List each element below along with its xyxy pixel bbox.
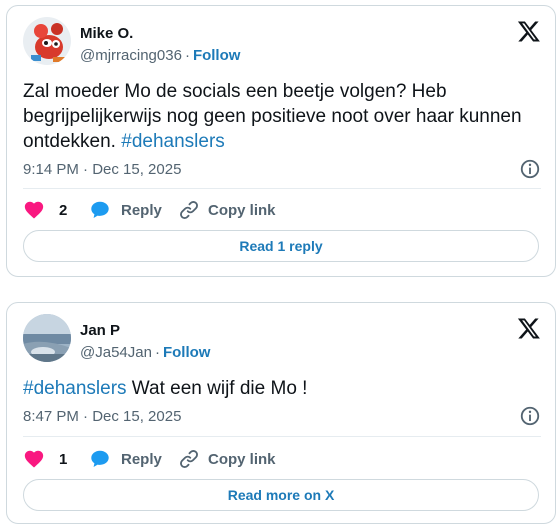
separator: · [184, 47, 190, 64]
tweet-meta: 9:14 PM · Dec 15, 2025 [23, 158, 541, 180]
tweet-meta: 8:47 PM · Dec 15, 2025 [23, 405, 541, 427]
speech-bubble-icon [91, 450, 109, 467]
avatar[interactable] [23, 314, 71, 362]
like-count: 2 [59, 201, 68, 219]
copy-link-button[interactable]: Copy link [178, 199, 276, 221]
follow-button[interactable]: Follow [193, 47, 241, 64]
read-replies-button[interactable]: Read 1 reply [23, 230, 539, 262]
heart-icon [24, 450, 44, 468]
copy-link-button[interactable]: Copy link [178, 448, 276, 470]
seaside-landscape-avatar-icon [23, 314, 71, 362]
avatar[interactable] [23, 17, 71, 65]
action-bar: 2 Reply Copy link [23, 199, 543, 223]
reply-button[interactable]: Reply [89, 448, 162, 470]
like-button[interactable]: 1 [23, 448, 67, 470]
like-count: 1 [59, 450, 68, 468]
author-name[interactable]: Jan P [80, 322, 120, 339]
reply-label: Reply [121, 201, 162, 219]
action-bar: 1 Reply Copy link [23, 448, 543, 472]
read-more-button[interactable]: Read more on X [23, 479, 539, 511]
speech-bubble-icon [91, 201, 109, 218]
link-icon [180, 201, 198, 219]
hashtag-link[interactable]: #dehanslers [121, 131, 225, 152]
author-name[interactable]: Mike O. [80, 25, 133, 42]
tweet-text-body: Zal moeder Mo de socials een beetje volg… [23, 81, 522, 152]
heart-icon [24, 201, 44, 219]
info-icon[interactable] [519, 405, 541, 427]
author-handle[interactable]: @Ja54Jan [80, 344, 152, 361]
info-icon[interactable] [519, 158, 541, 180]
cartoon-crab-avatar-icon [23, 17, 71, 65]
tweet-card: Jan P @Ja54Jan · Follow #dehanslers Wat ee… [6, 302, 556, 524]
reply-label: Reply [121, 450, 162, 468]
timestamp[interactable]: 9:14 PM · Dec 15, 2025 [23, 161, 181, 178]
x-logo-icon[interactable] [517, 19, 541, 43]
author-handle[interactable]: @mjrracing036 [80, 47, 182, 64]
copy-link-label: Copy link [208, 201, 276, 219]
tweet-header: Jan P @Ja54Jan · Follow [23, 314, 541, 364]
separator: · [154, 344, 160, 361]
divider [23, 188, 541, 189]
follow-button[interactable]: Follow [163, 344, 211, 361]
x-logo-icon[interactable] [517, 316, 541, 340]
handle-row: @Ja54Jan · Follow [80, 344, 210, 361]
copy-link-label: Copy link [208, 450, 276, 468]
tweet-text: #dehanslers Wat een wijf die Mo ! [23, 376, 543, 401]
tweet-header: Mike O. @mjrracing036 · Follow [23, 17, 541, 67]
timestamp[interactable]: 8:47 PM · Dec 15, 2025 [23, 408, 181, 425]
tweet-text: Zal moeder Mo de socials een beetje volg… [23, 79, 543, 154]
hashtag-link[interactable]: #dehanslers [23, 378, 127, 399]
tweet-card: Mike O. @mjrracing036 · Follow Zal moeder … [6, 5, 556, 277]
like-button[interactable]: 2 [23, 199, 67, 221]
link-icon [180, 450, 198, 468]
divider [23, 436, 541, 437]
reply-button[interactable]: Reply [89, 199, 162, 221]
handle-row: @mjrracing036 · Follow [80, 47, 240, 64]
tweet-text-tail: Wat een wijf die Mo ! [126, 378, 308, 399]
